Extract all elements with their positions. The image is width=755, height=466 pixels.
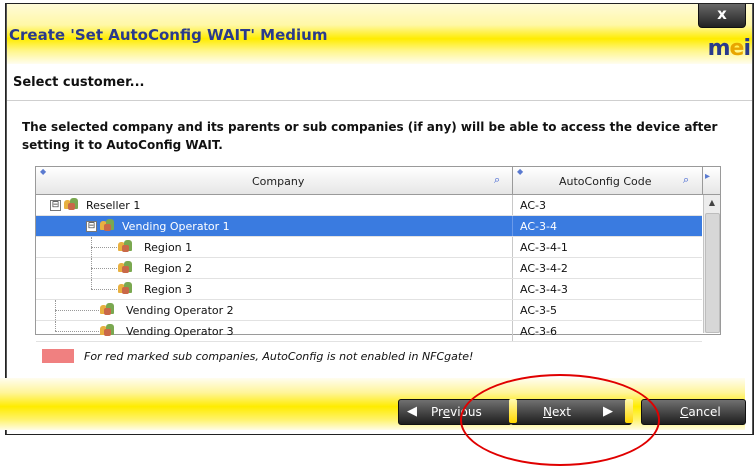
table-row[interactable]: Region 1 AC-3-4-1 bbox=[36, 237, 702, 258]
sort-icon[interactable]: ◆ bbox=[40, 167, 46, 176]
company-group-icon bbox=[118, 260, 134, 274]
grid-rows: ⊟ Reseller 1 AC-3 ⊟ Vending Operator 1 A… bbox=[36, 195, 702, 342]
autoconfig-code: AC-3-4 bbox=[520, 220, 557, 233]
tree-line bbox=[91, 289, 117, 290]
highlight-annotation bbox=[460, 374, 660, 466]
company-cell: Vending Operator 2 bbox=[36, 300, 513, 320]
sort-icon[interactable]: ◆ bbox=[517, 167, 523, 176]
company-name: Region 1 bbox=[144, 241, 193, 254]
autoconfig-code: AC-3-4-3 bbox=[520, 283, 568, 296]
company-name: Region 2 bbox=[144, 262, 193, 275]
company-cell: ⊟ Reseller 1 bbox=[36, 195, 513, 215]
autoconfig-code: AC-3-5 bbox=[520, 304, 557, 317]
column-label-code: AutoConfig Code bbox=[559, 175, 652, 188]
vertical-scrollbar[interactable]: ▲ bbox=[703, 195, 720, 333]
step-title: Select customer... bbox=[13, 75, 145, 90]
company-cell: Region 3 bbox=[36, 279, 513, 299]
tree-line bbox=[55, 331, 99, 332]
collapse-icon[interactable]: ⊟ bbox=[86, 221, 97, 232]
close-button[interactable]: x bbox=[698, 4, 746, 28]
column-header-company[interactable]: ◆ Company ⌕ bbox=[36, 167, 513, 194]
tree-line bbox=[91, 279, 92, 289]
table-row[interactable]: Vending Operator 3 AC-3-6 bbox=[36, 321, 702, 342]
autoconfig-code: AC-3-4-1 bbox=[520, 241, 568, 254]
left-arrow-icon: ◀ bbox=[407, 404, 417, 419]
company-name: Vending Operator 1 bbox=[122, 220, 230, 233]
company-group-icon bbox=[100, 218, 116, 232]
scroll-thumb[interactable] bbox=[705, 213, 720, 333]
mei-logo: mei bbox=[707, 36, 751, 61]
step-header: Select customer... bbox=[7, 66, 752, 101]
tree-line bbox=[91, 268, 117, 269]
company-grid: ◆ Company ⌕ ◆ AutoConfig Code ⌕ ▸ ⊟ Rese… bbox=[35, 166, 721, 342]
table-row[interactable]: Vending Operator 2 AC-3-5 bbox=[36, 300, 702, 321]
tree-line bbox=[55, 321, 56, 331]
scroll-right-icon[interactable]: ▸ bbox=[705, 171, 710, 182]
company-group-icon bbox=[64, 197, 80, 211]
legend-note: For red marked sub companies, AutoConfig… bbox=[84, 350, 474, 363]
company-cell: ⊟ Vending Operator 1 bbox=[36, 216, 513, 236]
company-group-icon bbox=[118, 239, 134, 253]
company-group-icon bbox=[100, 302, 116, 316]
description-text: The selected company and its parents or … bbox=[22, 120, 718, 152]
company-cell: Region 1 bbox=[36, 237, 513, 257]
title-bar: Create 'Set AutoConfig WAIT' Medium x me… bbox=[7, 4, 752, 64]
company-group-icon bbox=[118, 281, 134, 295]
window-title: Create 'Set AutoConfig WAIT' Medium bbox=[9, 26, 328, 44]
company-name: Vending Operator 2 bbox=[126, 304, 234, 317]
grid-header: ◆ Company ⌕ ◆ AutoConfig Code ⌕ ▸ bbox=[36, 167, 720, 195]
collapse-icon[interactable]: ⊟ bbox=[50, 200, 61, 211]
tree-line bbox=[55, 310, 99, 311]
table-row[interactable]: Region 2 AC-3-4-2 bbox=[36, 258, 702, 279]
company-cell: Vending Operator 3 bbox=[36, 321, 513, 341]
company-name: Reseller 1 bbox=[86, 199, 141, 212]
company-group-icon bbox=[100, 323, 116, 337]
cancel-label: Cancel bbox=[680, 405, 721, 419]
scroll-up-icon[interactable]: ▲ bbox=[705, 196, 719, 210]
autoconfig-code: AC-3 bbox=[520, 199, 546, 212]
red-legend-swatch bbox=[42, 349, 74, 363]
column-header-code[interactable]: ◆ AutoConfig Code ⌕ bbox=[513, 167, 703, 194]
column-label-company: Company bbox=[252, 175, 305, 188]
table-row[interactable]: ⊟ Reseller 1 AC-3 bbox=[36, 195, 702, 216]
company-name: Vending Operator 3 bbox=[126, 325, 234, 338]
table-row-selected[interactable]: ⊟ Vending Operator 1 AC-3-4 bbox=[36, 216, 702, 237]
search-icon[interactable]: ⌕ bbox=[683, 173, 689, 187]
autoconfig-code: AC-3-6 bbox=[520, 325, 557, 338]
table-row[interactable]: Region 3 AC-3-4-3 bbox=[36, 279, 702, 300]
company-name: Region 3 bbox=[144, 283, 193, 296]
tree-line bbox=[91, 247, 117, 248]
search-icon[interactable]: ⌕ bbox=[494, 173, 500, 187]
company-cell: Region 2 bbox=[36, 258, 513, 278]
autoconfig-code: AC-3-4-2 bbox=[520, 262, 568, 275]
